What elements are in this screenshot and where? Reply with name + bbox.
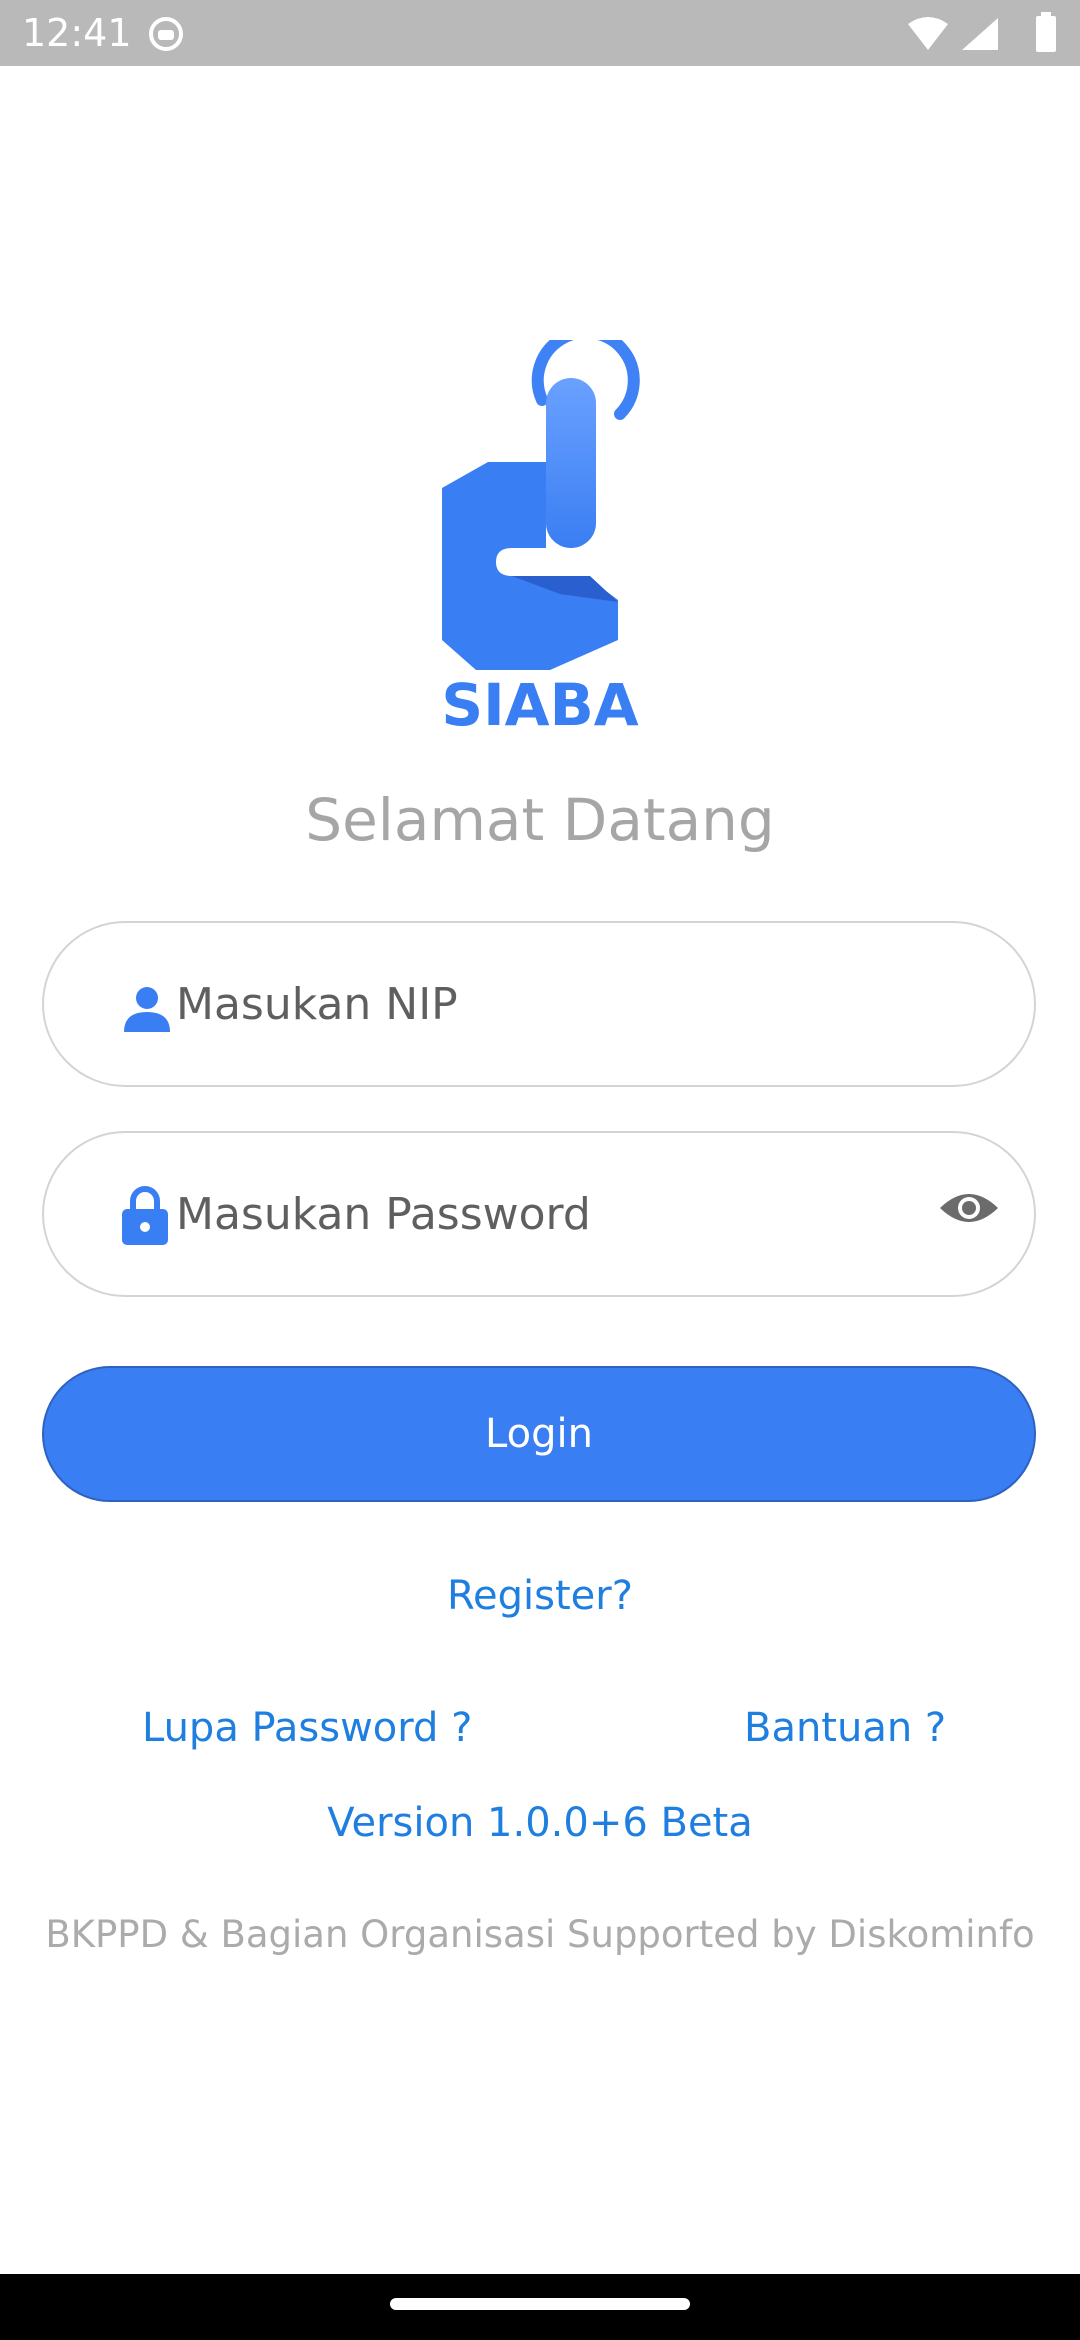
siaba-logo-icon: SIABA [441,326,640,739]
password-input[interactable] [174,1173,878,1255]
navigation-bar [0,2274,1080,2340]
login-button[interactable]: Login [42,1366,1036,1502]
welcome-title: Selamat Datang [305,786,775,854]
forgot-password-link[interactable]: Lupa Password ? [142,1700,472,1756]
nip-field[interactable] [42,921,1036,1087]
version-link[interactable]: Version 1.0.0+6 Beta [0,1795,1080,1851]
password-field[interactable] [42,1131,1036,1297]
home-indicator[interactable] [390,2298,690,2310]
eye-icon[interactable] [938,1188,1000,1228]
status-bar: 12:41 [0,0,1080,66]
wifi-icon [908,17,948,50]
battery-icon [1036,12,1056,52]
signal-icon [962,18,998,50]
status-time: 12:41 [22,11,132,55]
help-link[interactable]: Bantuan ? [744,1700,946,1756]
person-icon [124,987,170,1032]
lock-icon [122,1186,168,1245]
register-link[interactable]: Register? [0,1568,1080,1624]
logo-text: SIABA [441,671,638,739]
footer-credits: BKPPD & Bagian Organisasi Supported by D… [45,1913,1035,1956]
nip-input[interactable] [174,963,878,1045]
app-notification-icon [149,17,183,51]
siaba-logo: SIABA [420,326,660,740]
